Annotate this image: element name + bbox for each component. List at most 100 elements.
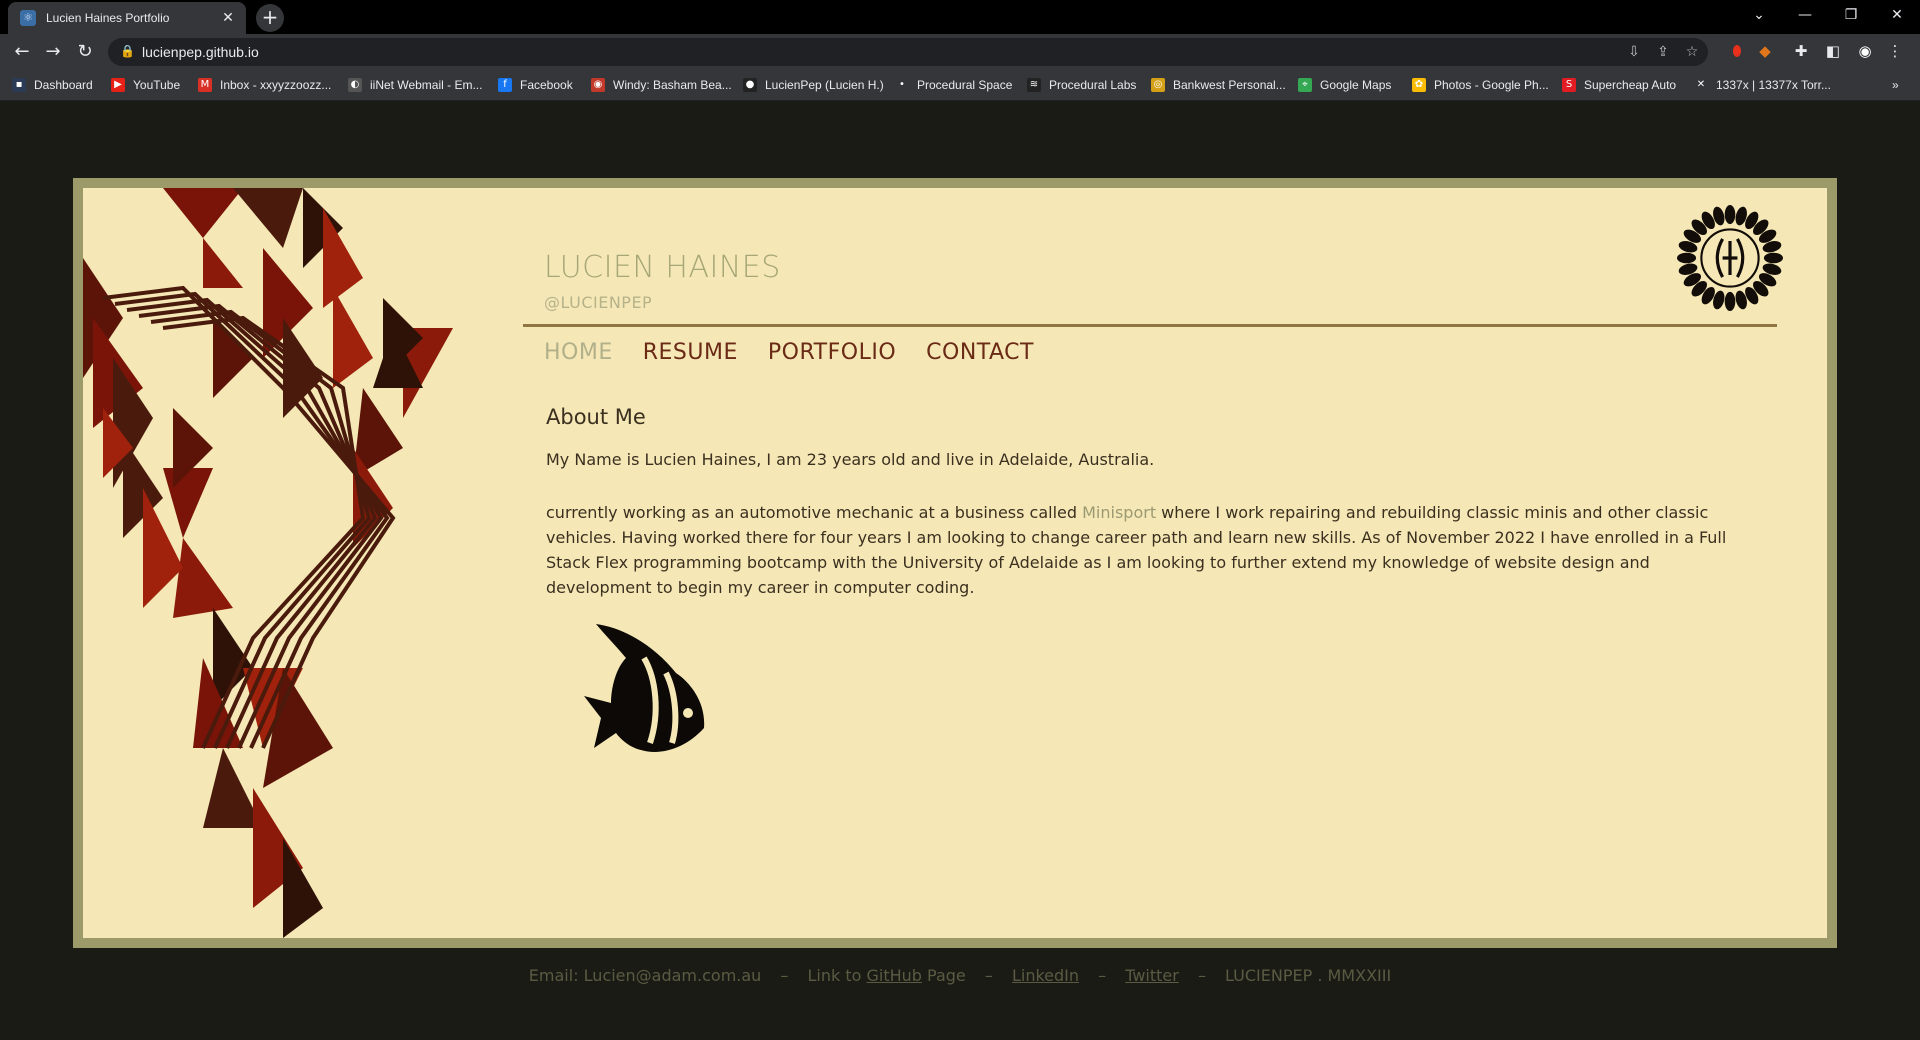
bookmark-label: Dashboard	[34, 78, 93, 92]
bookmark-item[interactable]: ◎ Bankwest Personal...	[1151, 76, 1286, 94]
bookmarks-bar: ▪ Dashboard ▶ YouTube M Inbox - xxyyzzoozz...…	[0, 70, 1920, 101]
twitter-link[interactable]: Twitter	[1125, 966, 1179, 985]
bookmark-favicon-icon: S	[1562, 78, 1576, 92]
forward-icon[interactable]: →	[40, 39, 66, 65]
bookmark-label: 1337x | 13377x Torr...	[1716, 78, 1831, 92]
bookmark-favicon-icon: ▶	[111, 78, 125, 92]
browser-toolbar: ← → ↻ 🔒 lucienpep.github.io ⇩ ⇪ ☆	[0, 34, 1920, 70]
share-icon[interactable]: ⇪	[1653, 42, 1673, 62]
bookmark-item[interactable]: ✿ Photos - Google Ph...	[1412, 76, 1549, 94]
bookmark-favicon-icon: ◎	[1151, 78, 1165, 92]
angelfish-icon	[584, 624, 705, 752]
address-bar[interactable]: 🔒 lucienpep.github.io ⇩ ⇪ ☆	[108, 38, 1708, 66]
side-panel-icon[interactable]: ◧	[1822, 40, 1844, 62]
nav-contact[interactable]: CONTACT	[926, 340, 1034, 365]
footer-github: Link to GitHub Page	[808, 966, 966, 985]
bookmark-item[interactable]: ▶ YouTube	[111, 76, 180, 94]
more-bookmarks-icon[interactable]: »	[1892, 76, 1899, 94]
bookmark-favicon-icon: ●	[743, 78, 757, 92]
site-handle: @LUCIENPEP	[544, 293, 653, 312]
geometric-art-decoration	[83, 188, 453, 938]
footer-separator: –	[780, 966, 789, 985]
nav-resume[interactable]: RESUME	[643, 340, 738, 365]
bookmark-label: Procedural Labs	[1049, 78, 1137, 92]
footer-github-prefix: Link to	[807, 966, 867, 985]
reload-icon[interactable]: ↻	[72, 39, 98, 65]
bookmark-item[interactable]: ◉ Windy: Basham Bea...	[591, 76, 732, 94]
react-favicon-icon: ⚛	[20, 10, 36, 26]
about-intro-text: My Name is Lucien Haines, I am 23 years …	[546, 450, 1155, 469]
github-link[interactable]: GitHub	[867, 966, 922, 985]
minimize-button[interactable]: —	[1782, 0, 1828, 30]
back-icon[interactable]: ←	[9, 39, 35, 65]
bookmark-label: Windy: Basham Bea...	[613, 78, 732, 92]
footer-separator: –	[1197, 966, 1206, 985]
metamask-extension-icon[interactable]: ◆	[1754, 40, 1776, 62]
linkedin-link[interactable]: LinkedIn	[1012, 966, 1079, 985]
page-frame: LUCIEN HAINES @LUCIENPEP HOME RESUME POR…	[73, 178, 1837, 948]
bookmark-label: LucienPep (Lucien H.)	[765, 78, 884, 92]
bookmark-favicon-icon: •	[895, 78, 909, 92]
bookmark-label: Inbox - xxyyzzoozz...	[220, 78, 332, 92]
profile-avatar-icon[interactable]: ◉	[1854, 40, 1876, 62]
bookmark-label: Photos - Google Ph...	[1434, 78, 1549, 92]
bookmark-item[interactable]: f Facebook	[498, 76, 573, 94]
bookmark-item[interactable]: ◐ iiNet Webmail - Em...	[348, 76, 482, 94]
bookmark-favicon-icon: ✕	[1694, 78, 1708, 92]
lh-monogram-logo	[1677, 205, 1783, 311]
close-window-button[interactable]: ✕	[1874, 0, 1920, 30]
bookmark-item[interactable]: ⌖ Google Maps	[1298, 76, 1391, 94]
bookmark-label: Facebook	[520, 78, 573, 92]
new-tab-button[interactable]: +	[256, 4, 284, 32]
opera-extension-icon[interactable]: ⬮	[1726, 40, 1748, 62]
bookmark-item[interactable]: ● LucienPep (Lucien H.)	[743, 76, 884, 94]
footer-separator: –	[984, 966, 993, 985]
about-career-text-start: currently working as an automotive mecha…	[546, 503, 1083, 522]
main-nav: HOME RESUME PORTFOLIO CONTACT	[544, 340, 1034, 365]
minisport-link[interactable]: Minisport	[1082, 503, 1156, 522]
bookmark-favicon-icon: ◉	[591, 78, 605, 92]
bookmark-label: Procedural Space	[917, 78, 1013, 92]
bookmark-item[interactable]: ✕ 1337x | 13377x Torr...	[1694, 76, 1831, 94]
nav-portfolio[interactable]: PORTFOLIO	[768, 340, 896, 365]
bookmark-favicon-icon: ⌖	[1298, 78, 1312, 92]
bookmark-item[interactable]: ≋ Procedural Labs	[1027, 76, 1136, 94]
bookmark-favicon-icon: M	[198, 78, 212, 92]
lock-icon: 🔒	[120, 44, 135, 58]
tab-search-icon[interactable]: ⌄	[1736, 0, 1782, 30]
extensions-puzzle-icon[interactable]: ✚	[1790, 40, 1812, 62]
bookmark-favicon-icon: ✿	[1412, 78, 1426, 92]
footer-email[interactable]: Email: Lucien@adam.com.au	[529, 966, 762, 985]
page-content: LUCIEN HAINES @LUCIENPEP HOME RESUME POR…	[83, 188, 1827, 938]
menu-kebab-icon[interactable]: ⋮	[1884, 40, 1906, 62]
close-tab-icon[interactable]: ✕	[218, 8, 238, 28]
footer-github-suffix: Page	[921, 966, 966, 985]
browser-title-bar: ⚛ Lucien Haines Portfolio ✕ + ⌄ — ❐ ✕	[0, 0, 1920, 34]
install-icon[interactable]: ⇩	[1624, 42, 1644, 62]
browser-tab[interactable]: ⚛ Lucien Haines Portfolio ✕	[8, 2, 246, 34]
footer-copyright: LUCIENPEP . MMXXIII	[1225, 966, 1392, 985]
bookmark-item[interactable]: S Supercheap Auto	[1562, 76, 1676, 94]
bookmark-favicon-icon: ◐	[348, 78, 362, 92]
about-heading: About Me	[546, 405, 646, 429]
url-text[interactable]: lucienpep.github.io	[142, 44, 259, 60]
site-name: LUCIEN HAINES	[544, 250, 781, 285]
bookmark-label: YouTube	[133, 78, 181, 92]
bookmark-item[interactable]: • Procedural Space	[895, 76, 1012, 94]
footer-separator: –	[1098, 966, 1107, 985]
bookmark-favicon-icon: ≋	[1027, 78, 1041, 92]
site-footer: Email: Lucien@adam.com.au – Link to GitH…	[0, 966, 1920, 985]
bookmark-label: Bankwest Personal...	[1173, 78, 1286, 92]
more-bookmarks-label: »	[1892, 78, 1899, 92]
tab-title: Lucien Haines Portfolio	[46, 11, 170, 25]
restore-button[interactable]: ❐	[1828, 0, 1874, 30]
bookmark-favicon-icon: f	[498, 78, 512, 92]
nav-home[interactable]: HOME	[544, 340, 613, 365]
bookmark-label: iiNet Webmail - Em...	[370, 78, 483, 92]
bookmark-item[interactable]: M Inbox - xxyyzzoozz...	[198, 76, 331, 94]
bookmark-label: Supercheap Auto	[1584, 78, 1677, 92]
bookmark-item[interactable]: ▪ Dashboard	[12, 76, 93, 94]
bookmark-label: Google Maps	[1320, 78, 1392, 92]
about-career-text: currently working as an automotive mecha…	[546, 500, 1746, 600]
bookmark-star-icon[interactable]: ☆	[1682, 42, 1702, 62]
